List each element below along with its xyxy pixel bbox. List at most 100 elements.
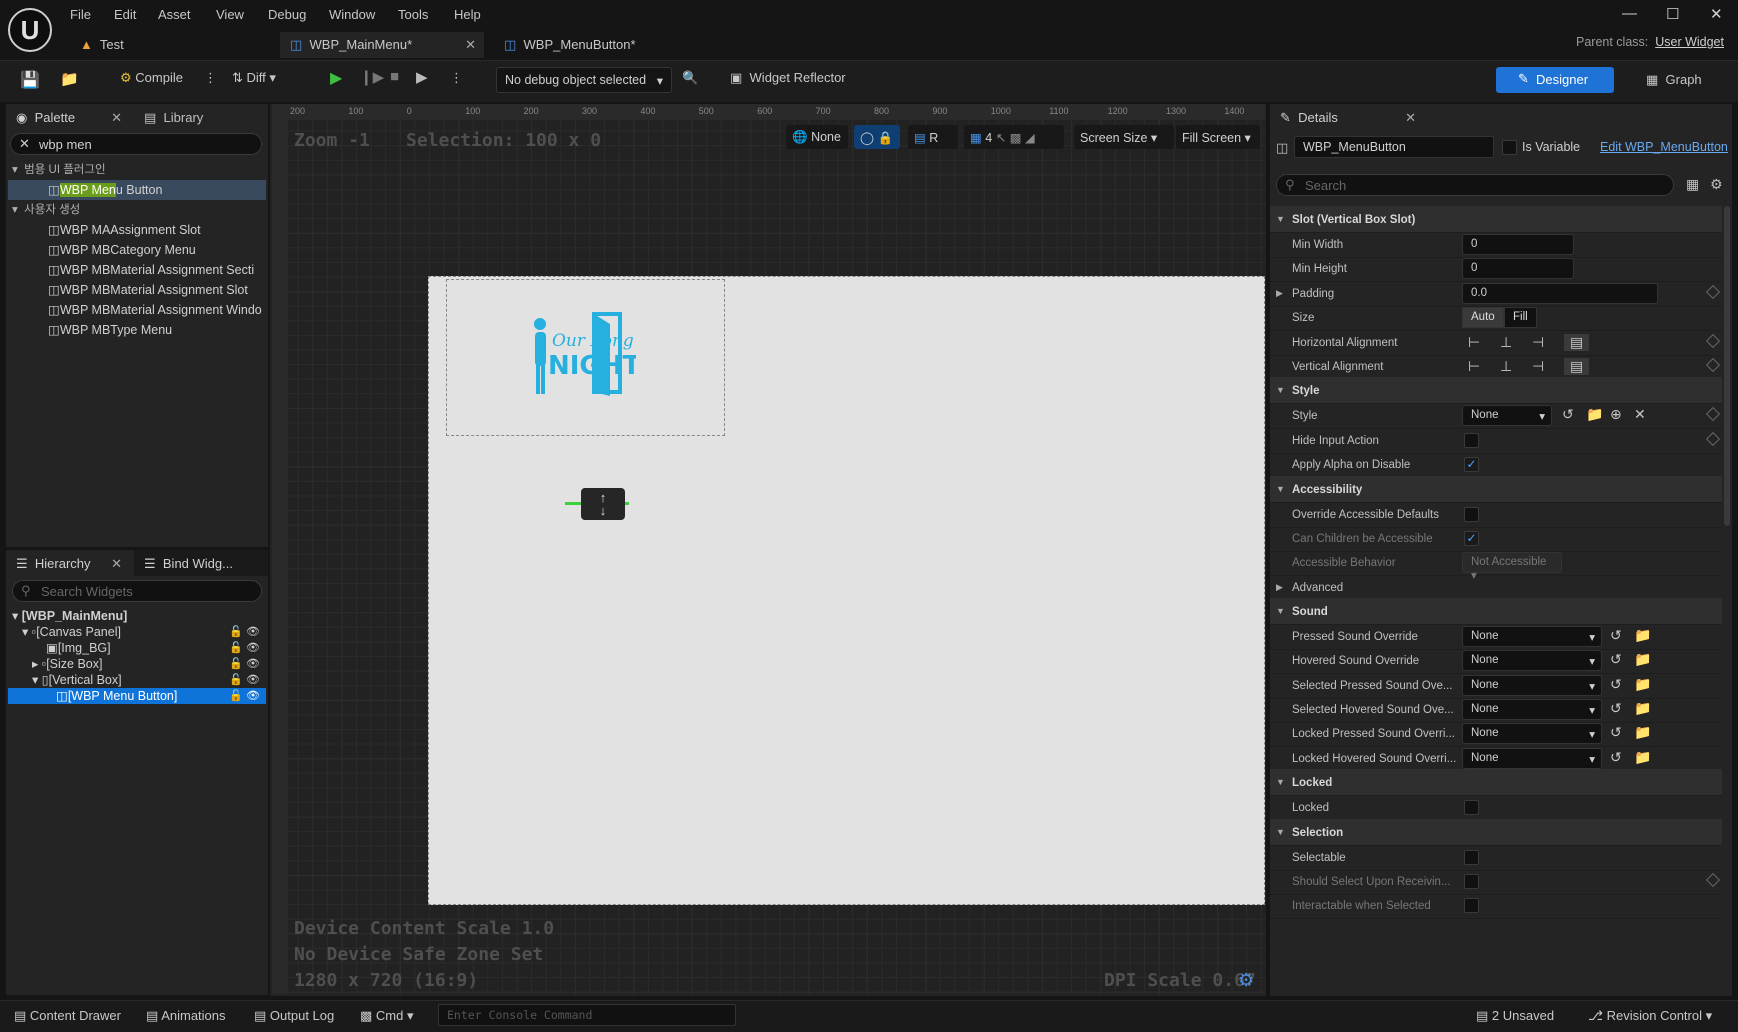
menu-window[interactable]: Window xyxy=(329,7,375,22)
use-selected-icon[interactable]: ↺ xyxy=(1610,676,1622,693)
property-checkbox[interactable] xyxy=(1464,874,1479,889)
revision-control-button[interactable]: ⎇ Revision Control ▾ xyxy=(1588,1008,1712,1024)
selection-handle[interactable] xyxy=(625,502,629,505)
lock-eye-icons[interactable]: 🔓 👁 xyxy=(229,640,260,656)
alignment-icon[interactable]: ⊢ xyxy=(1468,334,1480,351)
fill-screen-dropdown[interactable]: Fill Screen ▾ xyxy=(1176,125,1260,149)
close-tab-icon[interactable]: ✕ xyxy=(111,556,122,572)
tab-palette[interactable]: ◉ Palette ✕ xyxy=(6,104,130,130)
play-icon[interactable]: ▶ xyxy=(330,68,342,88)
sound-dropdown[interactable]: None ▾ xyxy=(1462,625,1602,647)
hierarchy-row-size-box[interactable]: ▸ ▫[Size Box] 🔓 👁 xyxy=(32,656,266,672)
tab-details[interactable]: ✎ Details ✕ xyxy=(1270,104,1424,130)
use-selected-icon[interactable]: ↺ xyxy=(1610,724,1622,741)
is-variable-checkbox[interactable] xyxy=(1502,140,1517,155)
hierarchy-row-vertical-box[interactable]: ▾ ▯[Vertical Box] 🔓 👁 xyxy=(32,672,266,688)
palette-item[interactable]: ◫WBP MBMaterial Assignment Secti xyxy=(48,260,266,280)
save-icon[interactable]: 💾 xyxy=(20,70,40,90)
play-options-icon[interactable]: ⋮ xyxy=(450,70,463,86)
stop-icon[interactable]: ■ xyxy=(390,68,399,85)
keyframe-icon[interactable] xyxy=(1705,357,1721,373)
section-header[interactable]: ▼ Locked xyxy=(1270,769,1722,797)
style-action-icon[interactable]: ↺ xyxy=(1562,406,1574,423)
use-selected-icon[interactable]: ↺ xyxy=(1610,627,1622,644)
size-fill-button[interactable]: Fill xyxy=(1504,307,1537,329)
browse-icon[interactable]: 📁 xyxy=(1634,651,1651,668)
style-action-icon[interactable]: ⊕ xyxy=(1610,406,1622,423)
move-widget-handle[interactable]: ↑ ↓ xyxy=(581,488,625,520)
property-matrix-icon[interactable]: ▦ xyxy=(1686,176,1699,193)
lock-eye-icons[interactable]: 🔓 👁 xyxy=(229,672,260,688)
edit-widget-link[interactable]: Edit WBP_MenuButton xyxy=(1600,140,1728,154)
keyframe-icon[interactable] xyxy=(1705,431,1721,446)
debug-object-select[interactable]: No debug object selected ▾ xyxy=(496,67,672,93)
sound-dropdown[interactable]: None ▾ xyxy=(1462,650,1602,672)
menu-tools[interactable]: Tools xyxy=(398,7,428,22)
alignment-icon[interactable]: ⊢ xyxy=(1468,358,1480,375)
lock-eye-icons[interactable]: 🔓 👁 xyxy=(229,624,260,640)
palette-search-input[interactable]: ✕ wbp men xyxy=(10,133,262,155)
step-icon[interactable]: ❙▶ xyxy=(360,68,384,86)
menu-debug[interactable]: Debug xyxy=(268,7,306,22)
property-checkbox[interactable] xyxy=(1464,800,1479,816)
localization-preview-button[interactable]: 🌐 None xyxy=(786,125,848,149)
browse-icon[interactable]: 📁 xyxy=(1634,676,1651,693)
palette-item[interactable]: ◫WBP MBType Menu xyxy=(48,320,266,340)
content-drawer-button[interactable]: ▤ Content Drawer xyxy=(14,1008,121,1024)
section-header[interactable]: ▼ Accessibility xyxy=(1270,475,1722,503)
hierarchy-search-input[interactable]: ⚲ Search Widgets xyxy=(12,580,262,602)
expand-icon[interactable]: ▶ xyxy=(1276,582,1283,593)
lock-eye-icons[interactable]: 🔓 👁 xyxy=(229,656,260,672)
compile-button[interactable]: ⚙ Compile xyxy=(120,70,183,86)
section-header[interactable]: ▼ Slot (Vertical Box Slot) xyxy=(1270,206,1722,233)
use-selected-icon[interactable]: ↺ xyxy=(1610,749,1622,766)
property-checkbox[interactable] xyxy=(1464,432,1479,448)
tab-hierarchy[interactable]: ☰ Hierarchy ✕ xyxy=(6,550,130,576)
palette-item[interactable]: ◫WBP MAAssignment Slot xyxy=(48,220,266,240)
tab-wbp-mainmenu[interactable]: ◫ WBP_MainMenu* ✕ xyxy=(280,32,484,58)
style-action-icon[interactable]: ✕ xyxy=(1634,406,1646,423)
menu-edit[interactable]: Edit xyxy=(114,7,136,22)
style-action-icon[interactable]: 📁 xyxy=(1586,406,1603,423)
palette-category[interactable]: ▾ 범용 UI 플러그인 xyxy=(12,160,106,180)
alignment-icon[interactable]: ⊣ xyxy=(1532,334,1544,351)
hierarchy-row-canvas-panel[interactable]: ▾ ▫[Canvas Panel] 🔓 👁 xyxy=(22,624,266,640)
property-input[interactable]: 0.0 xyxy=(1462,282,1658,304)
use-selected-icon[interactable]: ↺ xyxy=(1610,700,1622,717)
hierarchy-row-img-bg[interactable]: ▣[Img_BG] 🔓 👁 xyxy=(46,640,266,656)
tab-wbp-menubutton[interactable]: ◫ WBP_MenuButton* xyxy=(494,32,694,58)
menu-asset[interactable]: Asset xyxy=(158,7,191,22)
close-tab-icon[interactable]: ✕ xyxy=(1405,110,1416,126)
property-checkbox[interactable] xyxy=(1464,506,1479,522)
grid-snap-toggle[interactable]: ▦ 4 ↖ ▩ ◢ xyxy=(964,125,1064,149)
diff-button[interactable]: ⇅ Diff ▾ xyxy=(232,70,276,86)
menu-file[interactable]: File xyxy=(70,7,91,22)
details-settings-icon[interactable]: ⚙ xyxy=(1710,176,1723,193)
console-input[interactable]: Enter Console Command xyxy=(438,1004,736,1026)
keyframe-icon[interactable] xyxy=(1705,284,1721,299)
maximize-icon[interactable]: ☐ xyxy=(1666,5,1679,23)
property-checkbox[interactable] xyxy=(1464,898,1479,914)
parent-class-link[interactable]: User Widget xyxy=(1655,35,1724,49)
animations-button[interactable]: ▤ Animations xyxy=(146,1008,226,1024)
alignment-icon[interactable]: ⊣ xyxy=(1532,358,1544,375)
simulate-icon[interactable]: ▶ xyxy=(416,68,428,86)
property-dropdown[interactable]: Not Accessible ▾ xyxy=(1462,552,1562,582)
hierarchy-row-wbp-menu-button[interactable]: ◫[WBP Menu Button] 🔓 👁 xyxy=(8,688,266,704)
property-input[interactable]: 0 xyxy=(1462,234,1574,255)
size-auto-button[interactable]: Auto xyxy=(1462,307,1504,329)
property-checkbox[interactable]: ✓ xyxy=(1464,531,1479,546)
close-tab-icon[interactable]: ✕ xyxy=(465,37,476,53)
keyframe-icon[interactable] xyxy=(1705,407,1721,422)
designer-button[interactable]: ✎ Designer xyxy=(1496,67,1614,93)
palette-item[interactable]: ◫WBP MBMaterial Assignment Windo xyxy=(48,300,266,320)
menu-help[interactable]: Help xyxy=(454,7,481,22)
property-checkbox[interactable] xyxy=(1464,849,1479,865)
browse-icon[interactable]: 📁 xyxy=(1634,627,1651,644)
sound-dropdown[interactable]: None ▾ xyxy=(1462,747,1602,769)
screen-size-dropdown[interactable]: Screen Size ▾ xyxy=(1074,125,1174,149)
property-row[interactable]: ▶ Advanced xyxy=(1270,574,1722,601)
style-dropdown[interactable]: None ▾ xyxy=(1462,405,1552,427)
lock-eye-icons[interactable]: 🔓 👁 xyxy=(229,688,260,704)
alignment-icon[interactable]: ▤ xyxy=(1564,358,1590,375)
